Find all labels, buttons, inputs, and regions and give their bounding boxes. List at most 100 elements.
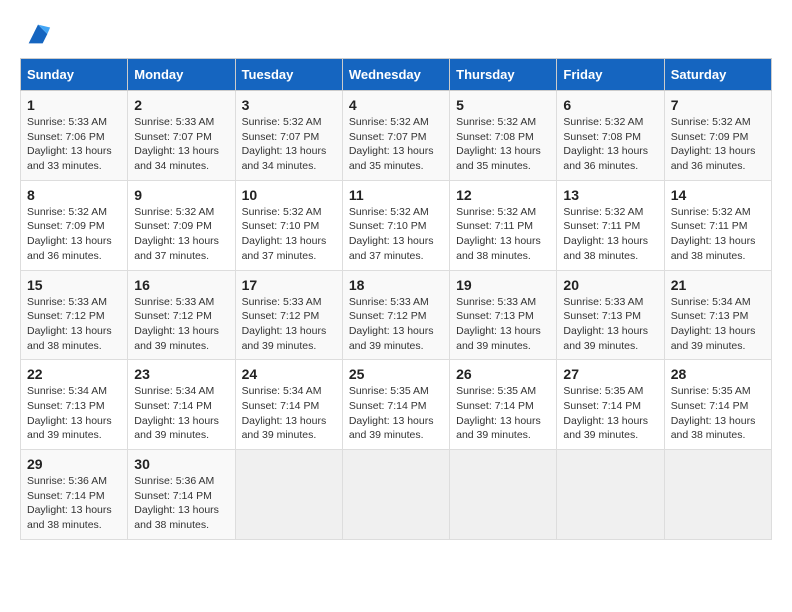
day-cell: 27 Sunrise: 5:35 AM Sunset: 7:14 PM Dayl…	[557, 360, 664, 450]
calendar-table: SundayMondayTuesdayWednesdayThursdayFrid…	[20, 58, 772, 540]
day-number: 23	[134, 366, 228, 382]
calendar-header-row: SundayMondayTuesdayWednesdayThursdayFrid…	[21, 59, 772, 91]
col-header-tuesday: Tuesday	[235, 59, 342, 91]
day-cell: 28 Sunrise: 5:35 AM Sunset: 7:14 PM Dayl…	[664, 360, 771, 450]
day-cell: 16 Sunrise: 5:33 AM Sunset: 7:12 PM Dayl…	[128, 270, 235, 360]
day-info: Sunrise: 5:32 AM Sunset: 7:11 PM Dayligh…	[563, 205, 657, 264]
empty-day-cell	[235, 450, 342, 540]
col-header-monday: Monday	[128, 59, 235, 91]
day-info: Sunrise: 5:33 AM Sunset: 7:12 PM Dayligh…	[242, 295, 336, 354]
calendar-week-row: 1 Sunrise: 5:33 AM Sunset: 7:06 PM Dayli…	[21, 91, 772, 181]
day-number: 17	[242, 277, 336, 293]
day-cell: 5 Sunrise: 5:32 AM Sunset: 7:08 PM Dayli…	[450, 91, 557, 181]
day-cell: 19 Sunrise: 5:33 AM Sunset: 7:13 PM Dayl…	[450, 270, 557, 360]
day-cell: 12 Sunrise: 5:32 AM Sunset: 7:11 PM Dayl…	[450, 180, 557, 270]
day-number: 15	[27, 277, 121, 293]
day-number: 13	[563, 187, 657, 203]
day-cell: 11 Sunrise: 5:32 AM Sunset: 7:10 PM Dayl…	[342, 180, 449, 270]
day-info: Sunrise: 5:32 AM Sunset: 7:09 PM Dayligh…	[134, 205, 228, 264]
day-number: 22	[27, 366, 121, 382]
day-info: Sunrise: 5:34 AM Sunset: 7:13 PM Dayligh…	[671, 295, 765, 354]
day-cell: 4 Sunrise: 5:32 AM Sunset: 7:07 PM Dayli…	[342, 91, 449, 181]
calendar-week-row: 8 Sunrise: 5:32 AM Sunset: 7:09 PM Dayli…	[21, 180, 772, 270]
day-info: Sunrise: 5:32 AM Sunset: 7:10 PM Dayligh…	[242, 205, 336, 264]
day-cell: 9 Sunrise: 5:32 AM Sunset: 7:09 PM Dayli…	[128, 180, 235, 270]
day-number: 19	[456, 277, 550, 293]
day-info: Sunrise: 5:33 AM Sunset: 7:06 PM Dayligh…	[27, 115, 121, 174]
day-number: 14	[671, 187, 765, 203]
page-header	[20, 20, 772, 48]
day-cell: 22 Sunrise: 5:34 AM Sunset: 7:13 PM Dayl…	[21, 360, 128, 450]
day-cell: 13 Sunrise: 5:32 AM Sunset: 7:11 PM Dayl…	[557, 180, 664, 270]
day-number: 18	[349, 277, 443, 293]
empty-day-cell	[342, 450, 449, 540]
day-number: 7	[671, 97, 765, 113]
calendar-week-row: 22 Sunrise: 5:34 AM Sunset: 7:13 PM Dayl…	[21, 360, 772, 450]
day-info: Sunrise: 5:35 AM Sunset: 7:14 PM Dayligh…	[563, 384, 657, 443]
day-number: 27	[563, 366, 657, 382]
day-number: 20	[563, 277, 657, 293]
day-number: 4	[349, 97, 443, 113]
day-info: Sunrise: 5:36 AM Sunset: 7:14 PM Dayligh…	[27, 474, 121, 533]
logo-icon	[24, 20, 52, 48]
day-info: Sunrise: 5:32 AM Sunset: 7:10 PM Dayligh…	[349, 205, 443, 264]
day-number: 9	[134, 187, 228, 203]
day-number: 26	[456, 366, 550, 382]
day-info: Sunrise: 5:33 AM Sunset: 7:13 PM Dayligh…	[456, 295, 550, 354]
day-number: 30	[134, 456, 228, 472]
col-header-friday: Friday	[557, 59, 664, 91]
day-info: Sunrise: 5:32 AM Sunset: 7:08 PM Dayligh…	[456, 115, 550, 174]
day-cell: 26 Sunrise: 5:35 AM Sunset: 7:14 PM Dayl…	[450, 360, 557, 450]
day-number: 28	[671, 366, 765, 382]
day-number: 12	[456, 187, 550, 203]
col-header-thursday: Thursday	[450, 59, 557, 91]
day-cell: 1 Sunrise: 5:33 AM Sunset: 7:06 PM Dayli…	[21, 91, 128, 181]
day-number: 3	[242, 97, 336, 113]
col-header-sunday: Sunday	[21, 59, 128, 91]
day-cell: 25 Sunrise: 5:35 AM Sunset: 7:14 PM Dayl…	[342, 360, 449, 450]
day-number: 16	[134, 277, 228, 293]
day-info: Sunrise: 5:32 AM Sunset: 7:11 PM Dayligh…	[456, 205, 550, 264]
day-info: Sunrise: 5:32 AM Sunset: 7:07 PM Dayligh…	[242, 115, 336, 174]
calendar-week-row: 15 Sunrise: 5:33 AM Sunset: 7:12 PM Dayl…	[21, 270, 772, 360]
day-info: Sunrise: 5:32 AM Sunset: 7:09 PM Dayligh…	[27, 205, 121, 264]
day-info: Sunrise: 5:35 AM Sunset: 7:14 PM Dayligh…	[671, 384, 765, 443]
day-info: Sunrise: 5:34 AM Sunset: 7:13 PM Dayligh…	[27, 384, 121, 443]
day-cell: 15 Sunrise: 5:33 AM Sunset: 7:12 PM Dayl…	[21, 270, 128, 360]
day-number: 1	[27, 97, 121, 113]
day-cell: 10 Sunrise: 5:32 AM Sunset: 7:10 PM Dayl…	[235, 180, 342, 270]
day-info: Sunrise: 5:32 AM Sunset: 7:07 PM Dayligh…	[349, 115, 443, 174]
day-number: 29	[27, 456, 121, 472]
day-number: 25	[349, 366, 443, 382]
day-cell: 23 Sunrise: 5:34 AM Sunset: 7:14 PM Dayl…	[128, 360, 235, 450]
day-cell: 6 Sunrise: 5:32 AM Sunset: 7:08 PM Dayli…	[557, 91, 664, 181]
logo	[20, 20, 52, 48]
day-number: 8	[27, 187, 121, 203]
col-header-saturday: Saturday	[664, 59, 771, 91]
day-cell: 2 Sunrise: 5:33 AM Sunset: 7:07 PM Dayli…	[128, 91, 235, 181]
day-info: Sunrise: 5:36 AM Sunset: 7:14 PM Dayligh…	[134, 474, 228, 533]
day-info: Sunrise: 5:35 AM Sunset: 7:14 PM Dayligh…	[349, 384, 443, 443]
day-info: Sunrise: 5:33 AM Sunset: 7:12 PM Dayligh…	[27, 295, 121, 354]
day-number: 5	[456, 97, 550, 113]
empty-day-cell	[557, 450, 664, 540]
day-info: Sunrise: 5:35 AM Sunset: 7:14 PM Dayligh…	[456, 384, 550, 443]
day-cell: 21 Sunrise: 5:34 AM Sunset: 7:13 PM Dayl…	[664, 270, 771, 360]
day-cell: 7 Sunrise: 5:32 AM Sunset: 7:09 PM Dayli…	[664, 91, 771, 181]
day-info: Sunrise: 5:32 AM Sunset: 7:08 PM Dayligh…	[563, 115, 657, 174]
day-info: Sunrise: 5:34 AM Sunset: 7:14 PM Dayligh…	[134, 384, 228, 443]
day-info: Sunrise: 5:32 AM Sunset: 7:09 PM Dayligh…	[671, 115, 765, 174]
day-number: 2	[134, 97, 228, 113]
day-cell: 8 Sunrise: 5:32 AM Sunset: 7:09 PM Dayli…	[21, 180, 128, 270]
day-cell: 3 Sunrise: 5:32 AM Sunset: 7:07 PM Dayli…	[235, 91, 342, 181]
col-header-wednesday: Wednesday	[342, 59, 449, 91]
day-number: 11	[349, 187, 443, 203]
empty-day-cell	[664, 450, 771, 540]
day-info: Sunrise: 5:33 AM Sunset: 7:12 PM Dayligh…	[134, 295, 228, 354]
day-cell: 20 Sunrise: 5:33 AM Sunset: 7:13 PM Dayl…	[557, 270, 664, 360]
day-number: 10	[242, 187, 336, 203]
day-number: 24	[242, 366, 336, 382]
day-cell: 30 Sunrise: 5:36 AM Sunset: 7:14 PM Dayl…	[128, 450, 235, 540]
day-cell: 17 Sunrise: 5:33 AM Sunset: 7:12 PM Dayl…	[235, 270, 342, 360]
calendar-week-row: 29 Sunrise: 5:36 AM Sunset: 7:14 PM Dayl…	[21, 450, 772, 540]
